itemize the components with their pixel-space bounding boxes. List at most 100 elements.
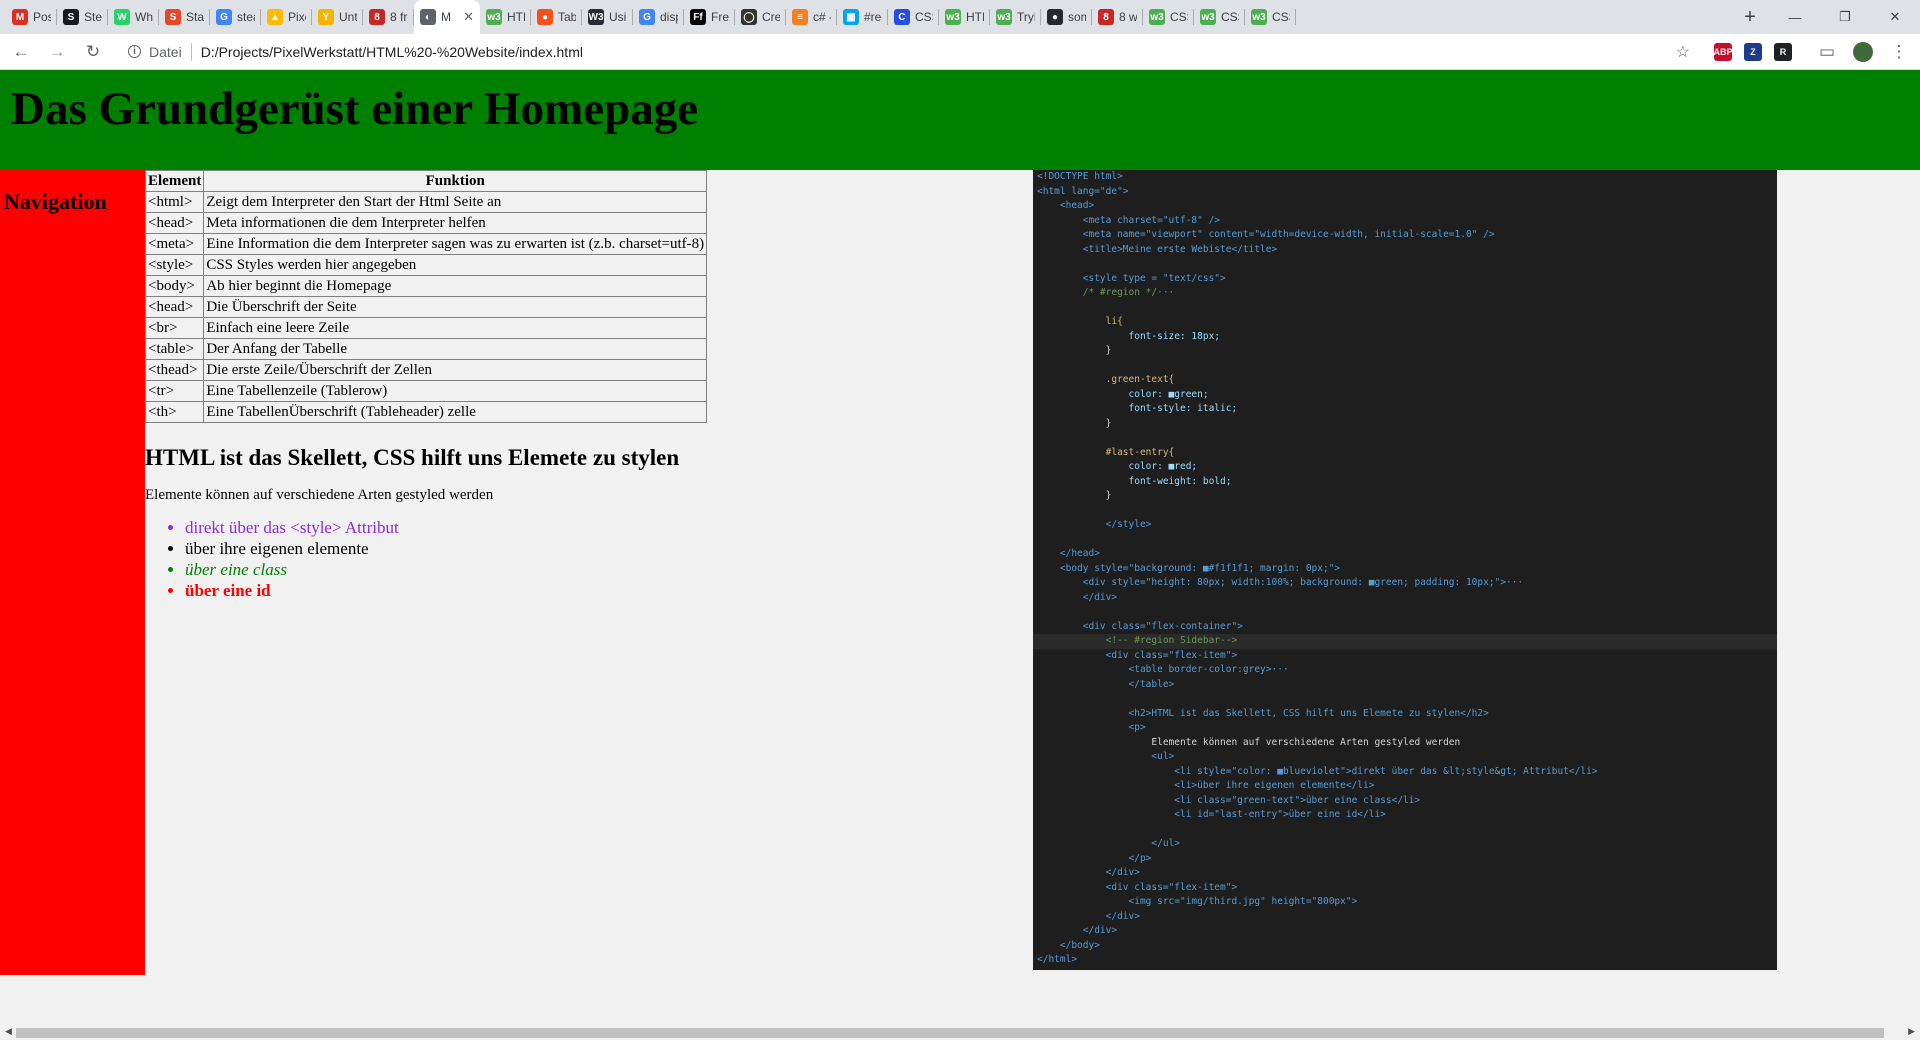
browser-tab[interactable]: C CSS — [888, 0, 939, 34]
extension-area: ABP Z R — [1714, 42, 1792, 61]
close-tab-icon[interactable]: ✕ — [463, 9, 474, 25]
browser-tab[interactable]: ▦ #region — [837, 0, 888, 34]
code-line: </div> — [1037, 925, 1118, 936]
whatsapp-icon: W — [114, 9, 130, 25]
steam-icon: S — [63, 9, 79, 25]
browser-tab[interactable]: w3 CSS — [1143, 0, 1194, 34]
startpage-icon: S — [165, 9, 181, 25]
icon8-icon: 8 — [369, 9, 385, 25]
browser-tab[interactable]: W3 Using — [582, 0, 633, 34]
tab-title: steam — [237, 10, 255, 24]
sidebar-title: Navigation — [4, 189, 107, 214]
code-line: <body style="background: ■#f1f1f1; margi… — [1037, 562, 1341, 574]
browser-tab[interactable]: ● some — [1041, 0, 1092, 34]
tab-title: 8 free — [390, 10, 408, 24]
element-function-table: Element Funktion <html> Zeigt dem Interpr… — [144, 170, 708, 423]
function-cell: Einfach eine leere Zeile — [203, 317, 708, 339]
code-line: <div class="flex-item"> — [1037, 881, 1238, 893]
code-line: font-weight: bold; — [1037, 475, 1232, 487]
browser-tab[interactable]: Gdisplay — [633, 0, 684, 34]
browser-tab[interactable]: Gsteam — [210, 0, 261, 34]
tab-title: #region — [864, 10, 882, 24]
back-button[interactable]: ← — [6, 37, 36, 67]
browser-tab[interactable]: w3 CSS — [1245, 0, 1296, 34]
browser-tab[interactable]: 8 8 free — [363, 0, 414, 34]
browser-tab[interactable]: ◯ Create — [735, 0, 786, 34]
browser-tab[interactable]: w3 HTML — [480, 0, 531, 34]
info-icon[interactable]: i — [128, 45, 141, 58]
w3-icon: w3 — [945, 9, 961, 25]
url-text[interactable]: D:/Projects/PixelWerkstatt/HTML%20-%20We… — [201, 44, 583, 60]
browser-tab[interactable]: Y Unterlagen — [312, 0, 363, 34]
table-header-function: Funktion — [203, 170, 708, 192]
browser-tab[interactable]: w3 CSS — [1194, 0, 1245, 34]
page-header: Das Grundgerüst einer Homepage — [0, 70, 1920, 170]
function-cell: Ab hier beginnt die Homepage — [203, 275, 708, 297]
bookmark-star-icon[interactable]: ☆ — [1676, 42, 1690, 62]
scroll-right-icon[interactable]: ▶ — [1908, 1026, 1915, 1037]
code-line: <img src="img/third.jpg" height="800px"> — [1037, 896, 1358, 907]
tab-title: CSS — [1272, 10, 1290, 24]
code-line: <table border-color:grey>··· — [1037, 664, 1289, 675]
minimize-button[interactable]: — — [1770, 0, 1820, 34]
browser-toolbar: ← → ↻ i Datei D:/Projects/PixelWerkstatt… — [0, 34, 1920, 70]
google-drive-icon: ▲ — [267, 9, 283, 25]
element-cell: <th> — [144, 401, 205, 423]
w3schools-icon: W3 — [588, 9, 604, 25]
main-content: Element Funktion <html> Zeigt dem Interpr… — [144, 170, 735, 601]
browser-tab[interactable]: S Startseite — [159, 0, 210, 34]
intro-paragraph: Elemente können auf verschiedene Arten g… — [145, 487, 494, 503]
new-tab-button[interactable]: + — [1730, 0, 1770, 34]
element-cell: <head> — [144, 212, 205, 234]
browser-tab[interactable]: w3 Tryit — [990, 0, 1041, 34]
code-line: <div style="height: 80px; width:100%; ba… — [1037, 577, 1524, 588]
browser-tab[interactable]: ● Tables — [531, 0, 582, 34]
w3-icon: w3 — [1200, 9, 1216, 25]
browser-tab[interactable]: ▲ PixelWerkstatt — [261, 0, 312, 34]
browser-tab[interactable]: w3 HTML — [939, 0, 990, 34]
browser-tab[interactable]: ◐ M ✕ — [414, 0, 480, 34]
zotero-icon[interactable]: Z — [1744, 42, 1762, 61]
tab-title: PixelWerkstatt — [288, 10, 306, 24]
function-cell: Die erste Zeile/Überschrift der Zellen — [203, 359, 708, 381]
code-line: <div class="flex-item"> — [1037, 649, 1238, 661]
element-cell: <meta> — [144, 233, 205, 255]
adblock-icon[interactable]: ABP — [1714, 42, 1733, 61]
profile-button[interactable] — [1848, 37, 1878, 67]
close-window-button[interactable]: ✕ — [1870, 0, 1920, 34]
reader-icon[interactable]: R — [1774, 42, 1792, 61]
table-row: <th> Eine TabellenÜberschrift (Tableheade… — [144, 401, 708, 423]
code-line: <meta name="viewport" content="width=dev… — [1037, 229, 1495, 240]
horizontal-scrollbar[interactable]: ◀ ▶ — [0, 1025, 1920, 1040]
page-viewport: Das Grundgerüst einer Homepage Navigatio… — [0, 70, 1920, 1025]
scrollbar-thumb[interactable] — [16, 1028, 1884, 1038]
restore-button[interactable]: ❐ — [1820, 0, 1870, 34]
ff-icon: Ff — [690, 9, 706, 25]
code-line: } — [1037, 417, 1112, 429]
code-line: </style> — [1037, 519, 1152, 530]
function-cell: Eine TabellenÜberschrift (Tableheader) z… — [203, 401, 708, 423]
address-bar[interactable]: i Datei D:/Projects/PixelWerkstatt/HTML%… — [118, 37, 1704, 66]
code-line: </head> — [1037, 548, 1100, 559]
cast-button[interactable]: ▭ — [1812, 37, 1842, 67]
forward-button[interactable]: → — [42, 37, 72, 67]
browser-tab[interactable]: ≡ c# - — [786, 0, 837, 34]
code-line: </body> — [1037, 939, 1100, 951]
browser-tab[interactable]: S Steam — [57, 0, 108, 34]
tab-title: HTML — [966, 10, 984, 24]
table-row: <body> Ab hier beginnt die Homepage — [144, 275, 708, 297]
code-line: <ul> — [1037, 751, 1175, 762]
menu-button[interactable]: ⋮ — [1884, 37, 1914, 67]
browser-tab[interactable]: 8 8 ways — [1092, 0, 1143, 34]
browser-tab[interactable]: M Posteingang — [6, 0, 57, 34]
tab-title: Tryit — [1017, 10, 1035, 24]
browser-tab[interactable]: W WhatsApp — [108, 0, 159, 34]
reload-button[interactable]: ↻ — [78, 37, 108, 67]
microsoft-icon: ▦ — [843, 9, 859, 25]
scroll-left-icon[interactable]: ◀ — [5, 1026, 12, 1037]
element-cell: <tr> — [144, 380, 205, 402]
browser-tab[interactable]: Ff Free — [684, 0, 735, 34]
stackoverflow-icon: ≡ — [792, 9, 808, 25]
